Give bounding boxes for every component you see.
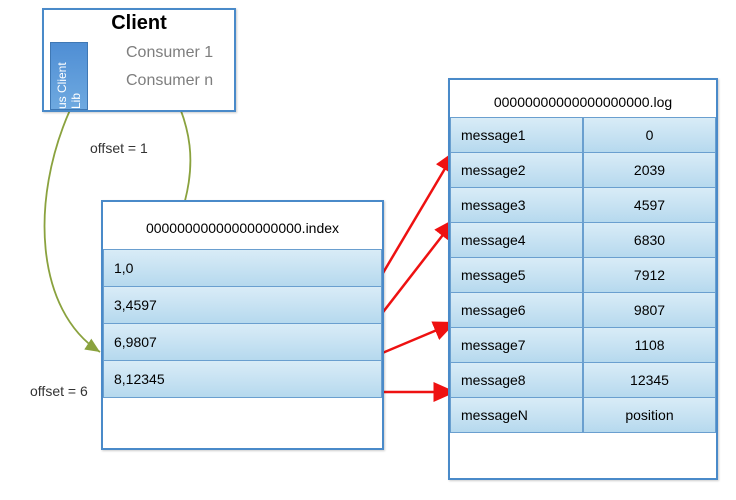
log-pos: 7912 bbox=[583, 257, 716, 293]
index-row: 1,0 bbox=[103, 249, 382, 287]
map-arrow-6-icon bbox=[380, 322, 456, 354]
index-row: 8,12345 bbox=[103, 360, 382, 398]
log-row: message69807 bbox=[450, 292, 716, 328]
log-pos: 2039 bbox=[583, 152, 716, 188]
map-arrow-3-icon bbox=[380, 218, 456, 316]
offset6-label: offset = 6 bbox=[30, 383, 88, 399]
log-pos: 12345 bbox=[583, 362, 716, 398]
index-file-box: 00000000000000000000.index 1,0 3,4597 6,… bbox=[101, 200, 384, 450]
log-pos: 9807 bbox=[583, 292, 716, 328]
log-msg: messageN bbox=[450, 397, 583, 433]
index-file-title: 00000000000000000000.index bbox=[103, 202, 382, 250]
log-msg: message2 bbox=[450, 152, 583, 188]
index-row: 3,4597 bbox=[103, 286, 382, 324]
log-file-box: 00000000000000000000.log message10 messa… bbox=[448, 78, 718, 480]
log-row: message46830 bbox=[450, 222, 716, 258]
log-row: message57912 bbox=[450, 257, 716, 293]
log-row: message812345 bbox=[450, 362, 716, 398]
log-pos: 6830 bbox=[583, 222, 716, 258]
log-msg: message1 bbox=[450, 117, 583, 153]
offset1-label: offset = 1 bbox=[90, 140, 148, 156]
log-msg: message5 bbox=[450, 257, 583, 293]
log-row: message10 bbox=[450, 117, 716, 153]
log-row: messageNposition bbox=[450, 397, 716, 433]
client-box: Client us Client Lib Consumer 1 Consumer… bbox=[42, 8, 236, 112]
log-file-title: 00000000000000000000.log bbox=[450, 80, 716, 118]
map-arrow-1-icon bbox=[380, 150, 456, 278]
log-row: message34597 bbox=[450, 187, 716, 223]
consumer-1-label: Consumer 1 bbox=[126, 44, 213, 62]
client-title: Client bbox=[44, 10, 234, 35]
client-lib: us Client Lib bbox=[50, 42, 88, 110]
log-msg: message3 bbox=[450, 187, 583, 223]
log-row: message22039 bbox=[450, 152, 716, 188]
index-row: 6,9807 bbox=[103, 323, 382, 361]
log-pos: 1108 bbox=[583, 327, 716, 363]
log-msg: message7 bbox=[450, 327, 583, 363]
log-msg: message6 bbox=[450, 292, 583, 328]
log-pos: position bbox=[583, 397, 716, 433]
log-msg: message4 bbox=[450, 222, 583, 258]
consumer-n-label: Consumer n bbox=[126, 72, 213, 90]
log-pos: 0 bbox=[583, 117, 716, 153]
diagram-stage: Client us Client Lib Consumer 1 Consumer… bbox=[0, 0, 736, 500]
log-msg: message8 bbox=[450, 362, 583, 398]
log-row: message71108 bbox=[450, 327, 716, 363]
log-pos: 4597 bbox=[583, 187, 716, 223]
